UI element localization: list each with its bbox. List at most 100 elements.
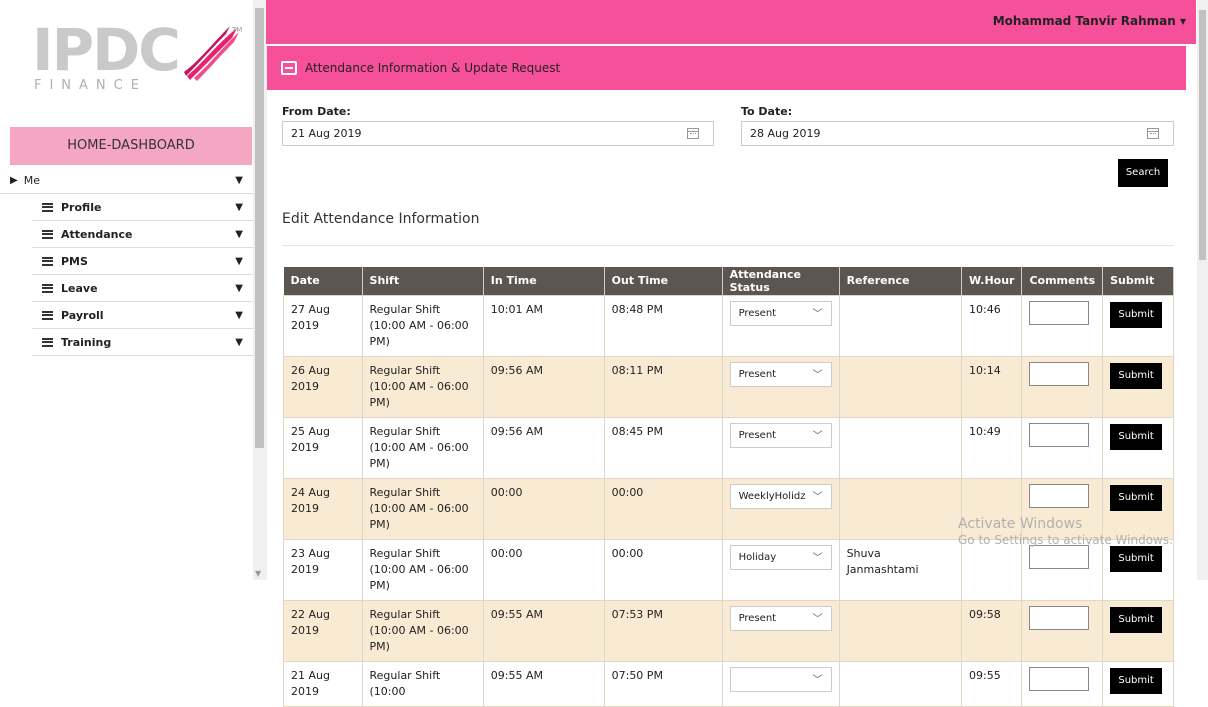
table-row: 23 Aug 2019 Regular Shift (10:00 AM - 06:…: [283, 538, 1174, 601]
chevron-down-icon: ▼: [235, 202, 243, 213]
status-value: Present: [738, 307, 777, 319]
attendance-status-select[interactable]: ﹀: [729, 666, 832, 692]
panel-title: Attendance Information & Update Request: [305, 61, 561, 75]
submit-button[interactable]: Submit: [1110, 423, 1163, 450]
out-time-cell: 08:11 PM: [603, 355, 723, 418]
attendance-status-select[interactable]: WeeklyHolidz ﹀: [729, 483, 832, 509]
list-icon: [42, 256, 53, 266]
comments-input[interactable]: [1029, 666, 1090, 691]
comments-input[interactable]: [1029, 483, 1090, 508]
top-bar: Mohammad Tanvir Rahman ▾: [266, 0, 1196, 44]
column-header: Shift: [362, 267, 484, 295]
table-header-row: Date Shift In Time Out Time Attendance S…: [283, 267, 1174, 295]
to-date-label: To Date:: [741, 105, 793, 118]
sidebar-item-training[interactable]: Training ▼: [32, 329, 253, 356]
comments-input[interactable]: [1029, 605, 1090, 630]
date-cell: 25 Aug 2019: [283, 416, 363, 479]
out-time-cell: 00:00: [603, 538, 723, 601]
column-header: Submit: [1102, 267, 1174, 295]
from-date-field[interactable]: 21 Aug 2019: [282, 121, 714, 146]
comments-cell: [1021, 599, 1104, 662]
calendar-icon[interactable]: [687, 128, 699, 139]
page-scrollbar[interactable]: [1197, 0, 1208, 580]
attendance-status-select[interactable]: Present ﹀: [729, 605, 832, 631]
in-time-cell: 09:55 AM: [482, 660, 605, 707]
comments-cell: [1021, 294, 1104, 357]
date-cell: 27 Aug 2019: [283, 294, 363, 357]
in-time-cell: 09:56 AM: [482, 416, 605, 479]
table-row: 21 Aug 2019 Regular Shift (10:00 09:55 AM 0…: [283, 660, 1174, 707]
home-dashboard-link[interactable]: HOME-DASHBOARD: [10, 127, 252, 165]
column-header: Attendance Status: [722, 267, 840, 295]
out-time-cell: 00:00: [603, 477, 723, 540]
in-time-cell: 10:01 AM: [482, 294, 605, 357]
logo-text: IPDC: [32, 16, 181, 84]
sidebar-item-label: Payroll: [61, 308, 104, 322]
date-cell: 21 Aug 2019: [283, 660, 363, 707]
comments-input[interactable]: [1029, 544, 1090, 569]
table-row: 25 Aug 2019 Regular Shift (10:00 AM - 06:…: [283, 416, 1174, 479]
search-button[interactable]: Search: [1118, 159, 1168, 187]
chevron-down-icon: ▼: [235, 337, 243, 348]
scrollbar-thumb[interactable]: [1199, 10, 1206, 260]
column-header: Date: [283, 267, 363, 295]
work-hour-cell: 10:49: [961, 416, 1023, 479]
attendance-table: Date Shift In Time Out Time Attendance S…: [283, 267, 1174, 707]
status-cell: ﹀: [721, 660, 840, 707]
submit-cell: Submit: [1102, 538, 1174, 601]
table-row: 26 Aug 2019 Regular Shift (10:00 AM - 06:…: [283, 355, 1174, 418]
caret-right-icon: ▶: [10, 174, 18, 186]
list-icon: [42, 202, 53, 212]
chevron-down-icon: ﹀: [809, 485, 823, 508]
sidebar-item-attendance[interactable]: Attendance ▼: [32, 221, 253, 248]
submit-cell: Submit: [1102, 660, 1174, 707]
user-name: Mohammad Tanvir Rahman: [992, 14, 1176, 28]
submit-button[interactable]: Submit: [1110, 362, 1163, 389]
submit-button[interactable]: Submit: [1110, 484, 1163, 511]
chevron-down-icon: ﹀: [809, 424, 823, 447]
scrollbar-thumb[interactable]: [255, 8, 264, 448]
submit-button[interactable]: Submit: [1110, 667, 1163, 694]
attendance-status-select[interactable]: Holiday ﹀: [729, 544, 832, 570]
out-time-cell: 08:45 PM: [603, 416, 723, 479]
from-date-value: 21 Aug 2019: [291, 127, 362, 140]
sidebar: IPDC TM FINANCE HOME-DASHBOARD ▶ Me ▼ Pr…: [0, 0, 253, 580]
chevron-down-icon: ▼: [235, 310, 243, 321]
status-value: Present: [738, 368, 777, 380]
column-header: Comments: [1021, 267, 1104, 295]
comments-input[interactable]: [1029, 361, 1090, 386]
user-menu[interactable]: Mohammad Tanvir Rahman ▾: [993, 14, 1186, 28]
table-row: 22 Aug 2019 Regular Shift (10:00 AM - 06:…: [283, 599, 1174, 662]
reference-cell: [838, 294, 963, 357]
sidebar-item-leave[interactable]: Leave ▼: [32, 275, 253, 302]
submit-button[interactable]: Submit: [1110, 606, 1163, 633]
date-cell: 22 Aug 2019: [283, 599, 363, 662]
attendance-status-select[interactable]: Present ﹀: [729, 422, 832, 448]
comments-input[interactable]: [1029, 422, 1090, 447]
reference-cell: Shuva Janmashtami: [838, 538, 963, 601]
sidebar-item-payroll[interactable]: Payroll ▼: [32, 302, 253, 329]
comments-input[interactable]: [1029, 300, 1090, 325]
ipdc-logo[interactable]: IPDC TM FINANCE: [32, 20, 242, 100]
column-header: In Time: [483, 267, 605, 295]
attendance-status-select[interactable]: Present ﹀: [729, 361, 832, 387]
submit-button[interactable]: Submit: [1110, 301, 1163, 328]
submit-button[interactable]: Submit: [1110, 545, 1163, 572]
list-icon: [42, 283, 53, 293]
sidebar-item-profile[interactable]: Profile ▼: [32, 194, 253, 221]
scroll-down-arrow-icon[interactable]: ▼: [255, 569, 261, 578]
chevron-down-icon: ﹀: [809, 668, 823, 691]
shift-cell: Regular Shift (10:00: [361, 660, 484, 707]
sidebar-item-pms[interactable]: PMS ▼: [32, 248, 253, 275]
chevron-down-icon: ﹀: [809, 546, 823, 569]
status-cell: Present ﹀: [721, 416, 840, 479]
chevron-down-icon: ▼: [235, 175, 243, 186]
status-cell: Present ﹀: [721, 355, 840, 418]
caret-down-icon: ▾: [1179, 14, 1186, 28]
sidebar-scrollbar[interactable]: ▼: [253, 0, 266, 580]
sidebar-item-me[interactable]: ▶ Me ▼: [0, 167, 253, 194]
status-value: Present: [738, 612, 777, 624]
calendar-icon[interactable]: [1147, 128, 1159, 139]
attendance-status-select[interactable]: Present ﹀: [729, 300, 832, 326]
to-date-field[interactable]: 28 Aug 2019: [741, 121, 1174, 146]
